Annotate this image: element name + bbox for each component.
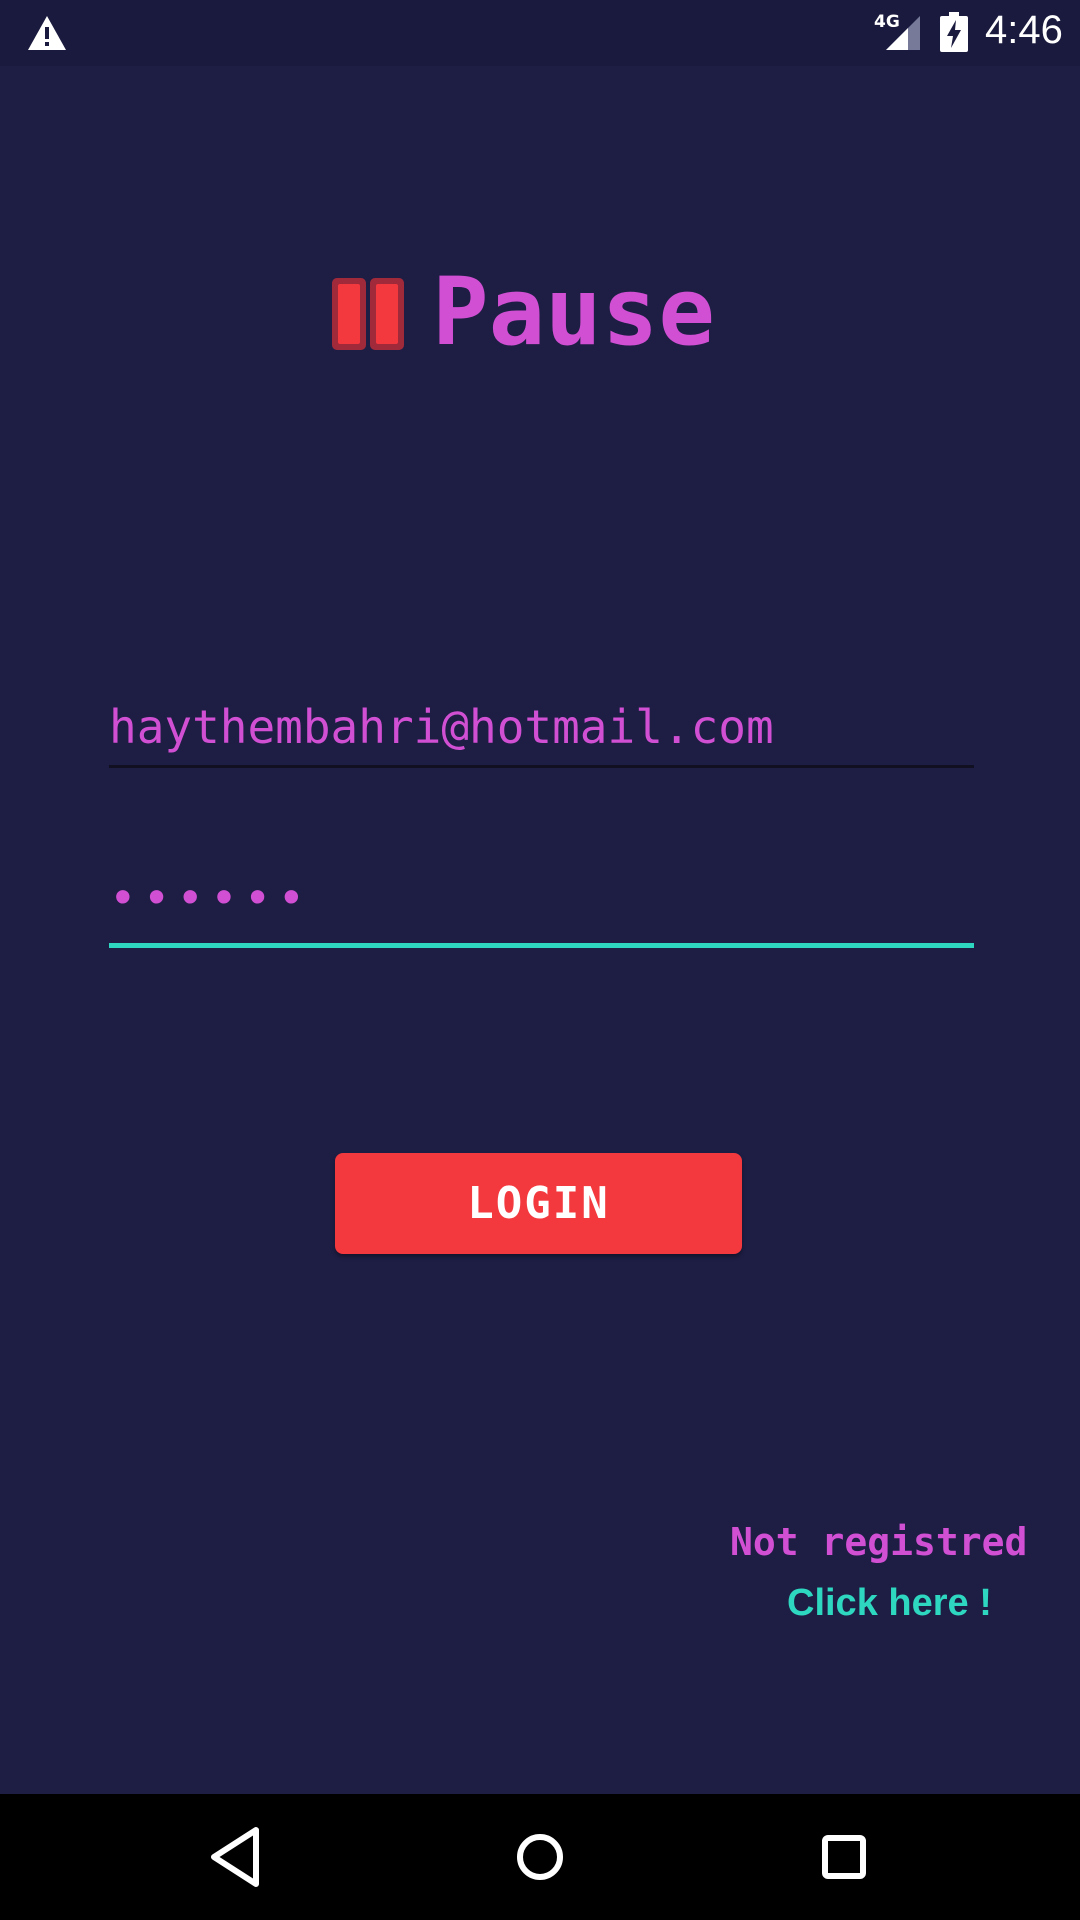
back-icon[interactable]: [200, 1820, 274, 1894]
clock: 4:46: [985, 8, 1063, 52]
app-logo: Pause: [330, 258, 770, 368]
navigation-bar: [0, 1794, 1080, 1920]
recents-icon[interactable]: [807, 1820, 881, 1894]
email-field[interactable]: [109, 688, 974, 768]
signal-icon: [886, 16, 920, 50]
home-icon[interactable]: [503, 1820, 577, 1894]
warning-icon: [28, 16, 66, 50]
login-button[interactable]: LOGIN: [335, 1153, 742, 1254]
password-field[interactable]: [109, 852, 974, 948]
pause-icon: [332, 278, 404, 350]
status-bar: 4G 4:46: [0, 0, 1080, 66]
register-link[interactable]: Click here !: [787, 1582, 992, 1625]
app-title: Pause: [432, 258, 715, 367]
battery-charging-icon: [940, 12, 968, 52]
not-registered-label: Not registred: [730, 1520, 1028, 1564]
